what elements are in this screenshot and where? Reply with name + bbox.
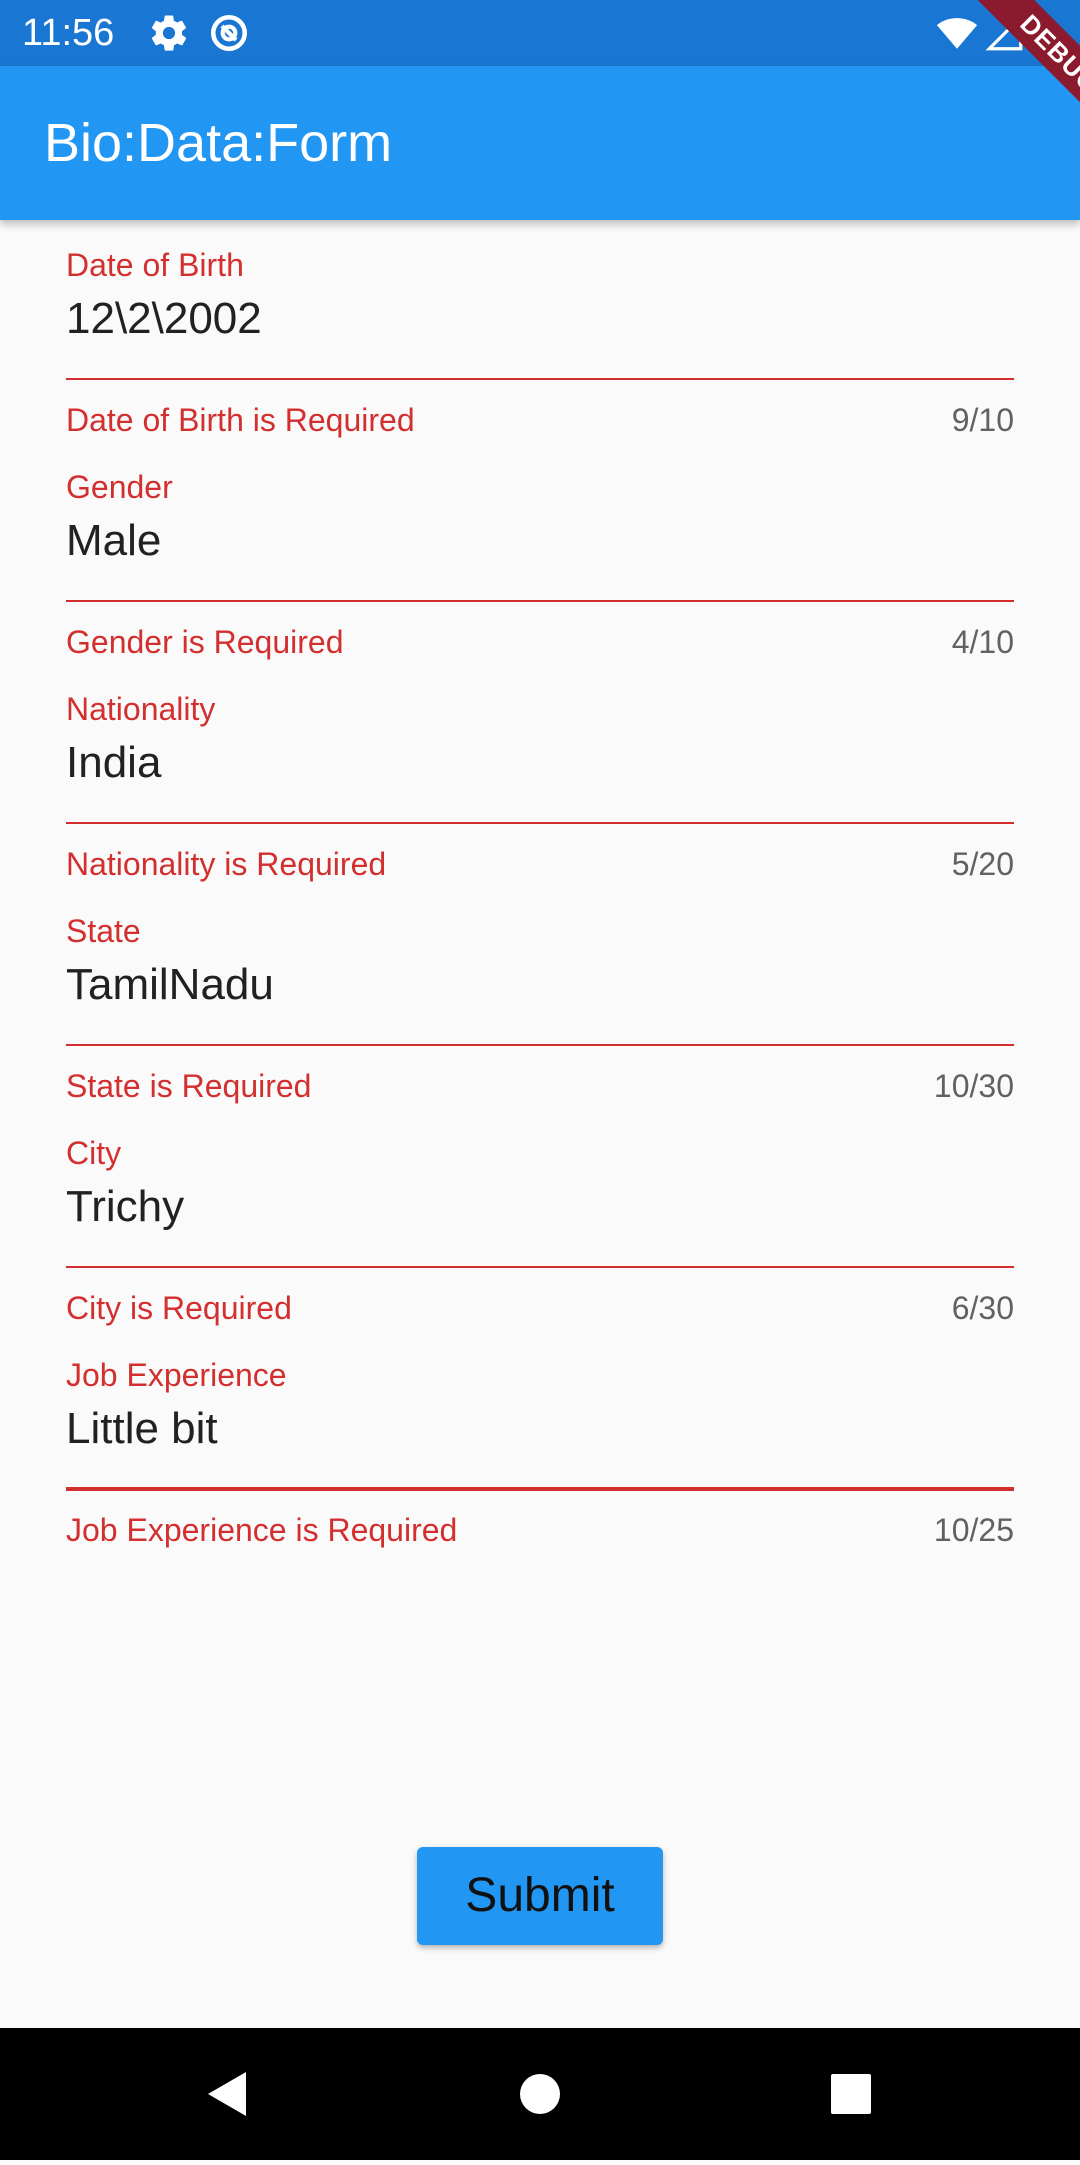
field-underline (66, 600, 1014, 602)
back-icon[interactable] (160, 2028, 292, 2160)
app-bar: Bio:Data:Form (0, 66, 1080, 220)
gear-icon (148, 12, 190, 54)
nationality-field[interactable]: Nationality India Nationality is Require… (66, 664, 1014, 886)
field-label: Date of Birth (66, 247, 244, 283)
field-error-text: Gender is Required (66, 624, 344, 660)
field-error-text: Date of Birth is Required (66, 402, 415, 438)
character-counter: 6/30 (951, 1290, 1014, 1326)
job-experience-input[interactable]: Little bit (66, 1402, 218, 1456)
field-underline (66, 1266, 1014, 1268)
field-error-text: Nationality is Required (66, 846, 387, 882)
field-error-text: Job Experience is Required (66, 1512, 458, 1548)
system-nav-bar (0, 2028, 1080, 2160)
field-label: City (66, 1135, 122, 1171)
page-title: Bio:Data:Form (44, 113, 393, 173)
field-underline (66, 822, 1014, 824)
field-label: Nationality (66, 691, 216, 727)
bio-data-form: Date of Birth 12\2\2002 Date of Birth is… (66, 220, 1014, 1552)
character-counter: 5/20 (951, 846, 1014, 882)
debug-banner: DEBUG (920, 0, 1080, 160)
city-field[interactable]: City Trichy City is Required 6/30 (66, 1108, 1014, 1330)
field-underline (66, 378, 1014, 380)
job-experience-field[interactable]: Job Experience Little bit Job Experience… (66, 1330, 1014, 1552)
recents-icon[interactable] (785, 2028, 917, 2160)
field-underline (66, 1487, 1014, 1491)
character-counter: 10/30 (933, 1068, 1014, 1104)
character-counter: 10/25 (933, 1512, 1014, 1548)
date-of-birth-field[interactable]: Date of Birth 12\2\2002 Date of Birth is… (66, 220, 1014, 442)
state-field[interactable]: State TamilNadu State is Required 10/30 (66, 886, 1014, 1108)
city-input[interactable]: Trichy (66, 1180, 184, 1234)
field-label: State (66, 913, 141, 949)
field-label: Job Experience (66, 1357, 287, 1393)
date-of-birth-input[interactable]: 12\2\2002 (66, 292, 262, 346)
field-error-text: State is Required (66, 1068, 312, 1104)
field-underline (66, 1044, 1014, 1046)
nationality-input[interactable]: India (66, 736, 161, 790)
home-icon[interactable] (474, 2028, 606, 2160)
field-label: Gender (66, 469, 173, 505)
debug-banner-label: DEBUG (961, 0, 1080, 153)
gender-field[interactable]: Gender Male Gender is Required 4/10 (66, 442, 1014, 664)
character-counter: 4/10 (951, 624, 1014, 660)
submit-button[interactable]: Submit (417, 1847, 663, 1945)
field-error-text: City is Required (66, 1290, 292, 1326)
data-saver-icon (208, 12, 250, 54)
status-bar: 11:56 (0, 0, 1080, 66)
character-counter: 9/10 (951, 402, 1014, 438)
state-input[interactable]: TamilNadu (66, 958, 274, 1012)
status-time: 11:56 (22, 12, 115, 54)
gender-input[interactable]: Male (66, 514, 161, 568)
